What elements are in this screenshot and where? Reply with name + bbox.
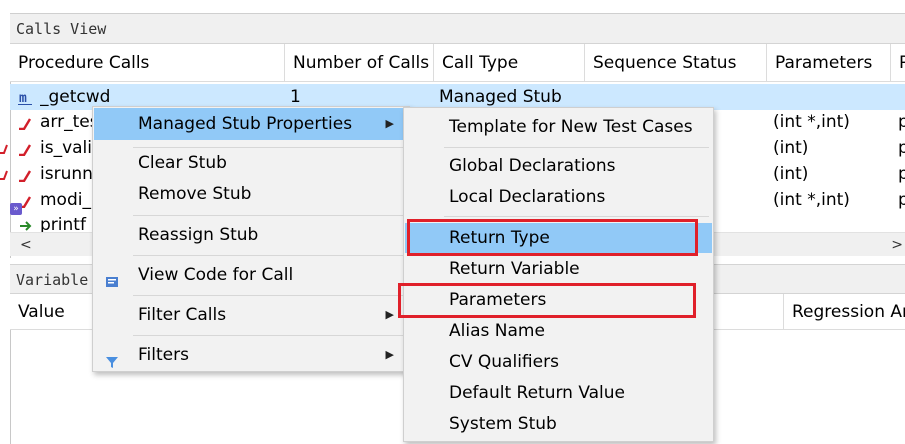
managed-stub-icon: m <box>18 90 32 106</box>
menu-separator <box>133 255 403 256</box>
code-view-icon <box>105 268 119 287</box>
side-marker <box>0 166 8 180</box>
menu-separator <box>133 335 403 336</box>
submenu-item-system-stub[interactable]: System Stub <box>405 409 712 439</box>
scroll-left-arrow[interactable]: < <box>20 233 32 257</box>
stub-icon <box>18 167 32 183</box>
procedure-name: isrunn <box>40 164 93 184</box>
submenu-item-return-variable[interactable]: Return Variable <box>405 254 712 284</box>
submenu-item-global-declarations[interactable]: Global Declarations <box>405 151 712 181</box>
annotation-box-parameters <box>398 283 696 318</box>
stub-icon <box>18 141 32 157</box>
menu-separator <box>444 147 709 148</box>
calls-view-header: Calls View <box>10 14 905 44</box>
top-strip <box>10 0 905 14</box>
filter-icon <box>105 348 119 368</box>
column-call-type[interactable]: Call Type <box>434 44 585 82</box>
submenu-item-local-declarations[interactable]: Local Declarations <box>405 182 712 212</box>
menu-item-filters[interactable]: Filters ▶ <box>94 339 408 371</box>
submenu-arrow-icon: ▶ <box>385 308 394 321</box>
menu-item-managed-stub-properties[interactable]: Managed Stub Properties ▶ <box>94 108 408 140</box>
menu-item-reassign-stub[interactable]: Reassign Stub <box>94 219 408 251</box>
column-parameters[interactable]: Parameters <box>767 44 891 82</box>
submenu-item-default-return-value[interactable]: Default Return Value <box>405 378 712 408</box>
column-extra[interactable]: P <box>891 44 905 82</box>
extra-value: p <box>898 112 905 132</box>
menu-item-clear-stub[interactable]: Clear Stub <box>94 147 408 179</box>
column-regression[interactable]: Regression Ar <box>784 294 905 330</box>
menu-item-view-code-for-call[interactable]: View Code for Call <box>94 259 408 291</box>
parameters-value: (int) <box>773 138 809 158</box>
column-sequence-status[interactable]: Sequence Status <box>585 44 767 82</box>
collapse-icon[interactable]: » <box>10 203 22 215</box>
menu-separator <box>133 215 403 216</box>
column-number-of-calls[interactable]: Number of Calls <box>285 44 434 82</box>
extra-value: p <box>898 138 905 158</box>
extra-value: p <box>898 190 905 210</box>
procedure-name: is_vali <box>40 138 93 158</box>
variable-view-title: Variable <box>16 271 89 289</box>
menu-separator <box>133 295 403 296</box>
svg-text:m: m <box>19 91 27 105</box>
menu-item-remove-stub[interactable]: Remove Stub <box>94 178 408 210</box>
parameters-value: (int *,int) <box>773 190 850 210</box>
procedure-name: modi_ <box>40 190 91 210</box>
submenu-managed-stub-properties: Template for New Test Cases Global Decla… <box>403 107 714 442</box>
column-procedure-calls[interactable]: Procedure Calls <box>10 44 285 82</box>
side-marker <box>0 140 8 154</box>
submenu-arrow-icon: ▶ <box>385 117 394 130</box>
menu-item-filter-calls[interactable]: Filter Calls ▶ <box>94 299 408 331</box>
submenu-item-template-for-new-test-cases[interactable]: Template for New Test Cases <box>405 112 712 142</box>
arrow-icon <box>18 218 32 232</box>
stub-icon <box>18 115 32 131</box>
submenu-arrow-icon: ▶ <box>385 348 394 361</box>
submenu-item-cv-qualifiers[interactable]: CV Qualifiers <box>405 347 712 377</box>
parameters-value: (int *,int) <box>773 112 850 132</box>
scroll-right-arrow[interactable]: > <box>891 233 903 257</box>
submenu-item-alias-name[interactable]: Alias Name <box>405 316 712 346</box>
menu-separator <box>444 216 709 217</box>
procedure-name: printf <box>40 215 86 232</box>
parameters-value: (int) <box>773 164 809 184</box>
context-menu: Managed Stub Properties ▶ Clear Stub Rem… <box>92 106 410 372</box>
calls-view-title: Calls View <box>16 20 107 38</box>
extra-value: p <box>898 164 905 184</box>
procedure-name: arr_tes <box>40 112 96 132</box>
annotation-box-return-type <box>407 219 698 256</box>
